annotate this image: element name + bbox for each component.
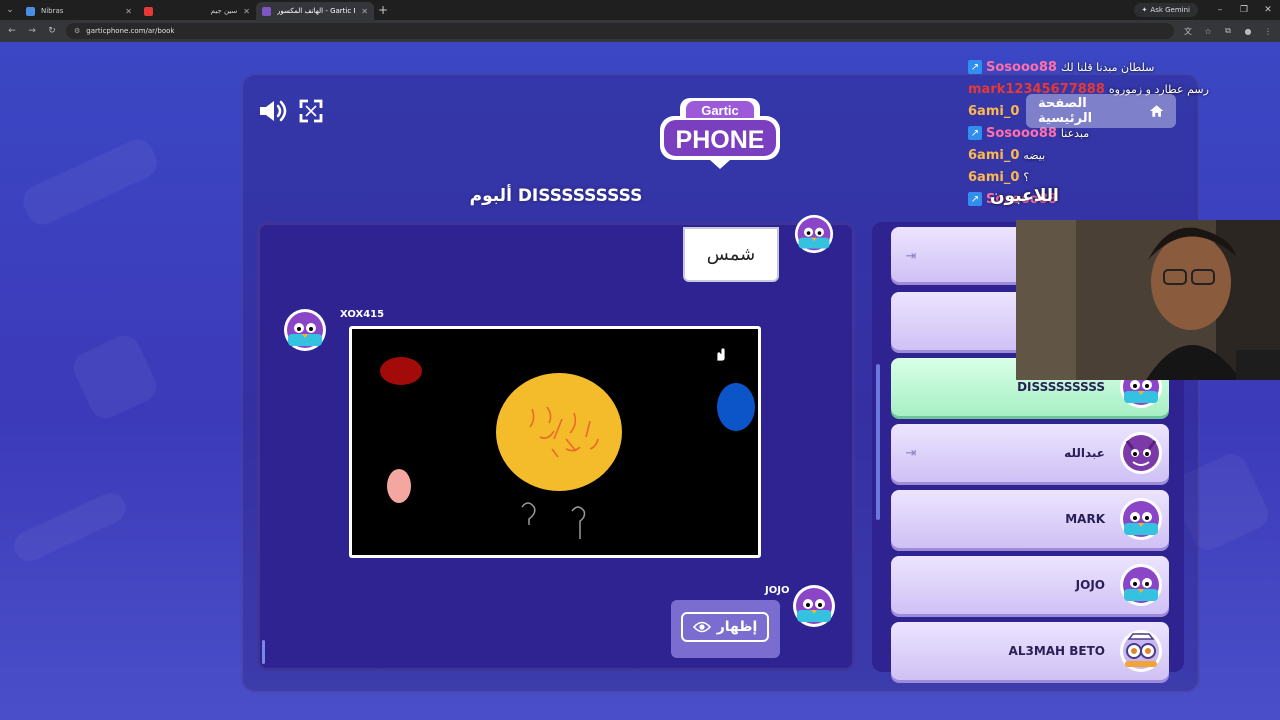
album-title: ألبوم DISSSSSSSSS xyxy=(469,186,643,206)
tab-close-icon[interactable]: ✕ xyxy=(243,7,250,16)
maximize-icon[interactable]: ❐ xyxy=(1232,5,1256,15)
chat-user: Sosooo88 xyxy=(986,59,1057,75)
player-name: عبدالله xyxy=(1064,446,1105,460)
player-card[interactable]: MARK xyxy=(891,490,1169,548)
player-card[interactable]: JOJO xyxy=(891,556,1169,614)
players-title: اللاعبون xyxy=(990,186,1059,206)
player-avatar xyxy=(1120,630,1162,672)
sub-badge-icon: ↗ xyxy=(968,192,982,206)
chat-text: بيضه xyxy=(1023,148,1046,162)
player-name: JOJO xyxy=(1075,578,1105,592)
player-card[interactable]: AL3MAH BETO xyxy=(891,622,1169,680)
sun xyxy=(496,373,622,491)
player-avatar xyxy=(1120,564,1162,606)
translate-icon[interactable]: 文 xyxy=(1182,26,1194,37)
logo-top-text: Gartic xyxy=(701,103,739,118)
player-avatar xyxy=(1120,498,1162,540)
tab-favicon xyxy=(26,6,35,16)
eye-icon xyxy=(692,621,711,633)
chat-message: 6ami_0 ؟ xyxy=(968,166,1228,188)
bookmark-star-icon[interactable]: ☆ xyxy=(1202,27,1214,36)
drawing-canvas xyxy=(352,329,758,555)
back-icon[interactable]: ← xyxy=(6,26,18,36)
profile-avatar[interactable]: ● xyxy=(1242,27,1254,36)
album-scrollbar[interactable] xyxy=(262,640,265,664)
next-player-avatar xyxy=(793,585,835,627)
browser-tab-2[interactable]: سين جيم ✕ xyxy=(138,2,256,20)
tab-title: الهاتف المكسور - Gartic Phone xyxy=(277,7,355,15)
drawer-name: XOX415 xyxy=(340,309,385,320)
blue-planet xyxy=(717,383,755,431)
background-decoration xyxy=(9,488,131,566)
chat-text: سلطان مبدنا قلنا لك xyxy=(1060,60,1155,74)
browser-tab-3[interactable]: الهاتف المكسور - Gartic Phone ✕ xyxy=(256,2,374,20)
cursor-icon xyxy=(716,348,726,362)
sub-badge-icon: ↗ xyxy=(968,60,982,74)
extensions-icon[interactable]: ⧉ xyxy=(1222,26,1234,36)
sub-badge-icon: ↗ xyxy=(968,126,982,140)
tab-close-icon[interactable]: ✕ xyxy=(125,7,132,16)
address-bar: ← → ↻ ⚙ garticphone.com/ar/book 文 ☆ ⧉ ● … xyxy=(0,20,1280,42)
exit-icon[interactable]: ⇥ xyxy=(899,442,923,464)
reload-icon[interactable]: ↻ xyxy=(46,26,58,36)
tab-title: سين جيم xyxy=(210,7,238,15)
chat-message: ↗ Sosooo88 سلطان مبدنا قلنا لك xyxy=(968,56,1228,78)
chat-text: مبدعنا xyxy=(1060,126,1090,140)
fullscreen-icon[interactable] xyxy=(299,99,323,123)
ask-gemini-button[interactable]: ✦ Ask Gemini xyxy=(1133,3,1198,17)
red-planet xyxy=(380,357,422,385)
gartic-phone-logo: Gartic PHONE xyxy=(660,98,780,169)
gemini-icon: ✦ xyxy=(1141,6,1148,14)
pink-planet xyxy=(387,469,411,503)
chat-user: 6ami_0 xyxy=(968,103,1020,119)
tab-close-icon[interactable]: ✕ xyxy=(361,7,368,16)
volume-icon[interactable] xyxy=(257,98,287,124)
drawing-frame xyxy=(349,326,761,558)
chat-message: 6ami_0 بيضه xyxy=(968,144,1228,166)
guesser-avatar xyxy=(794,214,834,254)
menu-dots-icon[interactable]: ⋮ xyxy=(1262,27,1274,36)
exit-icon[interactable]: ⇥ xyxy=(899,245,923,267)
show-button-inner: إظهار xyxy=(681,612,769,642)
forward-icon[interactable]: → xyxy=(26,26,38,36)
tab-search-icon[interactable]: ⌄ xyxy=(0,0,20,20)
drawer-avatar xyxy=(284,309,326,351)
home-icon xyxy=(1149,105,1164,117)
url-field[interactable]: ⚙ garticphone.com/ar/book xyxy=(66,23,1174,39)
tab-favicon xyxy=(262,6,271,16)
tab-favicon xyxy=(144,6,153,16)
chat-user: 6ami_0 xyxy=(968,147,1020,163)
players-scrollbar[interactable] xyxy=(876,364,880,520)
window-close-icon[interactable]: ✕ xyxy=(1256,5,1280,15)
tab-title: Nibras xyxy=(41,7,64,15)
gemini-label: Ask Gemini xyxy=(1150,6,1190,14)
home-button-label: الصفحة الرئيسية xyxy=(1038,96,1093,126)
chat-text: ؟ xyxy=(1023,170,1030,184)
background-decoration xyxy=(18,134,162,230)
guess-bubble: شمس xyxy=(683,227,779,282)
next-player-name: JOJO xyxy=(765,585,790,596)
minimize-icon[interactable]: – xyxy=(1208,5,1232,15)
player-avatar xyxy=(1120,432,1162,474)
new-tab-icon[interactable]: + xyxy=(374,3,392,17)
url-text: garticphone.com/ar/book xyxy=(86,27,175,35)
chat-user: 6ami_0 xyxy=(968,169,1020,185)
browser-tab-bar: ⌄ Nibras ✕ سين جيم ✕ الهاتف المكسور - Ga… xyxy=(0,0,1280,20)
logo-main-text: PHONE xyxy=(676,126,765,154)
show-button-label: إظهار xyxy=(716,619,758,635)
player-name: MARK xyxy=(1065,512,1105,526)
webcam-feed xyxy=(1016,220,1280,380)
site-info-icon[interactable]: ⚙ xyxy=(74,27,80,35)
home-button[interactable]: الصفحة الرئيسية xyxy=(1026,94,1176,128)
player-card[interactable]: ⇥ عبدالله xyxy=(891,424,1169,482)
player-name: AL3MAH BETO xyxy=(1008,644,1105,658)
browser-tab-1[interactable]: Nibras ✕ xyxy=(20,2,138,20)
show-button[interactable]: إظهار xyxy=(671,600,780,658)
background-decoration xyxy=(68,330,162,424)
streamer-webcam xyxy=(1016,220,1280,380)
